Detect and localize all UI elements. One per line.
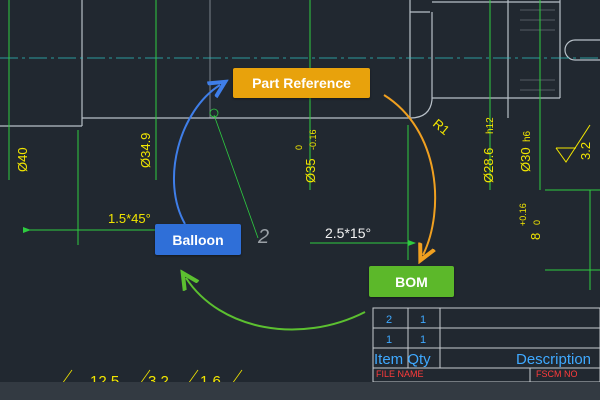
bom-header-item-qty: Item Qty <box>374 351 431 368</box>
dim-d286-fit: h12 <box>485 117 496 134</box>
dim-d40: Ø40 <box>15 147 30 172</box>
bom-label-fscm: FSCM NO <box>536 369 578 379</box>
bom-row1-qty: 1 <box>420 314 426 326</box>
dim-8-tol-upper: +0.16 <box>518 203 528 226</box>
dim-8-tol-lower: 0 <box>532 220 542 225</box>
dim-d30: Ø30 <box>518 147 533 172</box>
arrow-bom-to-balloon <box>186 278 366 331</box>
dim-d35-tol-lower: -0.16 <box>308 129 318 150</box>
arrow-part-to-bom <box>383 94 437 255</box>
vertical-dimension-lines <box>6 0 600 290</box>
bom-row2-qty: 1 <box>420 334 426 346</box>
arrow-balloon-to-part <box>173 85 220 225</box>
dim-chamfer-left: 1.5*45° <box>108 211 151 226</box>
cad-drawing: Ø40 Ø34.9 Ø35 0 -0.16 Ø28.6 h12 Ø30 h6 R… <box>0 0 600 390</box>
bom-tag[interactable]: BOM <box>369 266 454 297</box>
cad-canvas[interactable]: Ø40 Ø34.9 Ø35 0 -0.16 Ø28.6 h12 Ø30 h6 R… <box>0 0 600 400</box>
bom-row1-item: 2 <box>386 314 392 326</box>
part-reference-tag[interactable]: Part Reference <box>233 68 370 98</box>
balloon-leader <box>209 108 259 239</box>
dim-d35-tol-upper: 0 <box>294 145 304 150</box>
bom-label-file-name: FILE NAME <box>376 369 424 379</box>
shaft-outline <box>0 0 600 127</box>
hatch-pattern <box>520 9 555 91</box>
roughness-value: 3.2 <box>578 142 593 160</box>
dim-r1: R1 <box>430 116 452 138</box>
bom-row2-item: 1 <box>386 334 392 346</box>
balloon-label: 2 <box>257 226 269 248</box>
dim-d35: Ø35 <box>303 158 318 183</box>
dim-d286: Ø28.6 <box>481 148 496 183</box>
dim-d349: Ø34.9 <box>138 133 153 168</box>
dim-d30-fit: h6 <box>522 130 533 142</box>
status-bar <box>0 382 600 400</box>
balloon-tag[interactable]: Balloon <box>155 224 241 255</box>
dim-8: 8 <box>528 233 543 240</box>
dim-chamfer-right: 2.5*15° <box>325 225 371 241</box>
bom-header-description: Description <box>516 351 591 368</box>
